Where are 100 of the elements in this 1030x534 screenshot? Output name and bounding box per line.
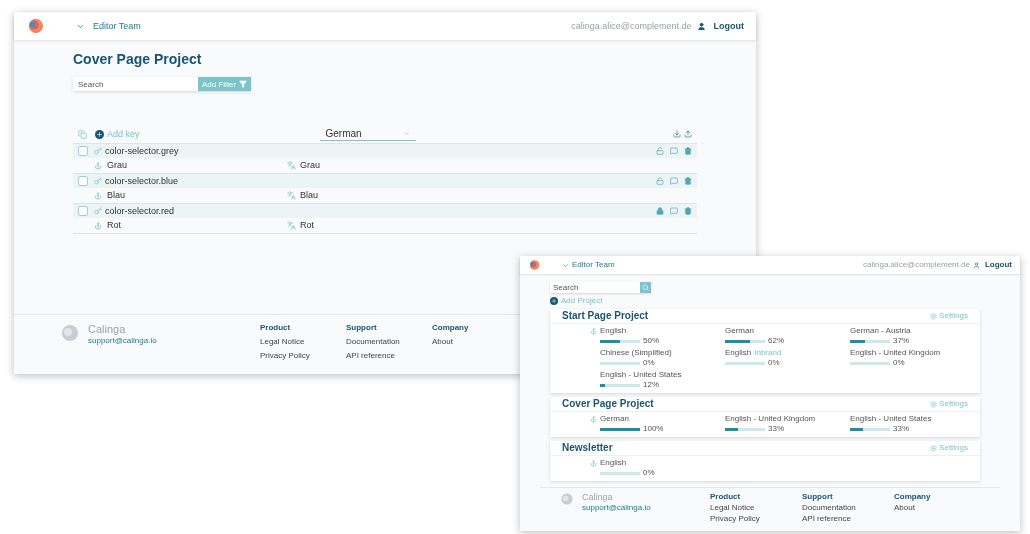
language-name: English - United States	[600, 370, 682, 380]
logout-button[interactable]: Logout	[713, 20, 744, 32]
key-row[interactable]: color-selector.red	[73, 203, 697, 218]
language-name: English	[600, 326, 627, 336]
trash-icon[interactable]	[684, 147, 692, 155]
logo-icon	[26, 17, 44, 35]
language-name: German	[725, 326, 754, 336]
comment-icon[interactable]	[670, 177, 678, 185]
trash-icon[interactable]	[684, 177, 692, 185]
anchor-icon	[94, 221, 102, 230]
team-selector[interactable]: Editor Team	[572, 260, 615, 270]
project-card[interactable]: Start Page Project Settings English 50% German 62% German - Austria 37% Chinese (Simplified) 0% English Inbrand 0% English - United Kingdom 0% English - United States 12%	[550, 309, 980, 393]
project-card[interactable]: Newsletter Settings English 0%	[550, 441, 980, 481]
row-checkbox[interactable]	[78, 176, 88, 186]
footer-link[interactable]: Privacy Policy	[260, 351, 310, 361]
language-name: English	[600, 458, 627, 468]
project-title: Cover Page Project	[562, 398, 654, 410]
percent-text: 33%	[768, 424, 784, 434]
translate-icon	[287, 161, 296, 170]
footer-link[interactable]: About	[894, 503, 915, 513]
project-title: Newsletter	[562, 442, 613, 454]
footer-heading: Company	[894, 492, 931, 502]
footer-heading: Support	[346, 323, 377, 333]
logout-button[interactable]: Logout	[984, 260, 1012, 270]
footer-link[interactable]: Documentation	[802, 503, 856, 513]
row-checkbox[interactable]	[78, 146, 88, 156]
comment-icon[interactable]	[670, 207, 678, 215]
logo-icon	[60, 323, 80, 343]
search-field[interactable]: Search	[73, 77, 198, 91]
search-button[interactable]	[640, 282, 651, 293]
language-name: German - Austria	[850, 326, 911, 336]
upload-icon[interactable]	[684, 130, 692, 138]
trash-icon[interactable]	[684, 207, 692, 215]
support-email[interactable]: support@calinga.io	[582, 503, 651, 513]
download-icon[interactable]	[673, 130, 681, 138]
translation-text[interactable]: Rot	[300, 220, 314, 231]
logo-icon	[528, 259, 540, 271]
lock-icon[interactable]	[656, 207, 664, 215]
project-card[interactable]: Cover Page Project Settings German 100% English - United Kingdom 33% English - United States 33%	[550, 397, 980, 437]
footer-link[interactable]: Legal Notice	[710, 503, 755, 513]
anchor-icon	[590, 416, 597, 423]
language-name: English	[725, 348, 752, 358]
footer-heading: Support	[802, 492, 833, 502]
key-row[interactable]: color-selector.grey	[73, 143, 697, 158]
user-icon[interactable]	[696, 21, 706, 31]
row-checkbox[interactable]	[78, 206, 88, 216]
percent-text: 62%	[768, 336, 784, 346]
anchor-icon	[94, 161, 102, 170]
percent-text: 50%	[643, 336, 659, 346]
footer-heading: Company	[432, 323, 469, 333]
unlock-icon[interactable]	[656, 177, 664, 185]
page-title: Cover Page Project	[73, 50, 203, 68]
search-field[interactable]: Search	[550, 282, 640, 293]
footer-heading: Product	[260, 323, 291, 333]
percent-text: 0%	[768, 358, 780, 368]
copy-icon[interactable]	[78, 129, 87, 139]
footer-heading: Product	[710, 492, 741, 502]
translate-icon	[287, 191, 296, 200]
key-icon	[94, 147, 102, 155]
anchor-icon	[94, 191, 102, 200]
key-row[interactable]: color-selector.blue	[73, 173, 697, 188]
language-dropdown[interactable]: German	[319, 127, 416, 141]
percent-text: 0%	[893, 358, 905, 368]
reference-text: Grau	[107, 160, 128, 171]
logo-icon	[560, 492, 574, 506]
user-email: calinga.alice@complement.de	[571, 20, 692, 32]
plus-icon	[550, 297, 558, 305]
language-name: Chinese (Simplified)	[600, 348, 672, 358]
gear-icon	[930, 312, 938, 320]
language-name: German	[600, 414, 629, 424]
gear-icon	[930, 444, 938, 452]
comment-icon[interactable]	[670, 147, 678, 155]
anchor-icon	[590, 460, 597, 467]
percent-text: 0%	[643, 468, 655, 478]
footer-link[interactable]: Privacy Policy	[710, 514, 760, 524]
footer-link[interactable]: API reference	[802, 514, 851, 524]
support-email[interactable]: support@calinga.io	[88, 336, 157, 346]
plus-icon	[95, 129, 104, 139]
key-name: color-selector.blue	[105, 175, 179, 187]
gear-icon	[930, 400, 938, 408]
language-tag: Inbrand	[754, 348, 782, 358]
brand-name: Calinga	[582, 492, 614, 503]
anchor-icon	[590, 328, 597, 335]
user-icon[interactable]	[972, 261, 980, 269]
footer-link[interactable]: About	[432, 337, 453, 347]
caret-icon[interactable]	[562, 261, 569, 269]
translation-text[interactable]: Grau	[300, 160, 320, 171]
footer-link[interactable]: Legal Notice	[260, 337, 305, 347]
caret-icon	[402, 130, 410, 137]
unlock-icon[interactable]	[656, 147, 664, 155]
translation-text[interactable]: Blau	[300, 190, 318, 201]
footer-link[interactable]: API reference	[346, 351, 395, 361]
search-icon	[642, 284, 649, 291]
percent-text: 37%	[893, 336, 909, 346]
user-email: calinga.alice@complement.de	[863, 260, 970, 270]
team-selector[interactable]: Editor Team	[93, 20, 141, 32]
reference-text: Rot	[107, 220, 122, 231]
footer-link[interactable]: Documentation	[346, 337, 400, 347]
reference-text: Blau	[107, 190, 126, 201]
percent-text: 100%	[643, 424, 664, 434]
